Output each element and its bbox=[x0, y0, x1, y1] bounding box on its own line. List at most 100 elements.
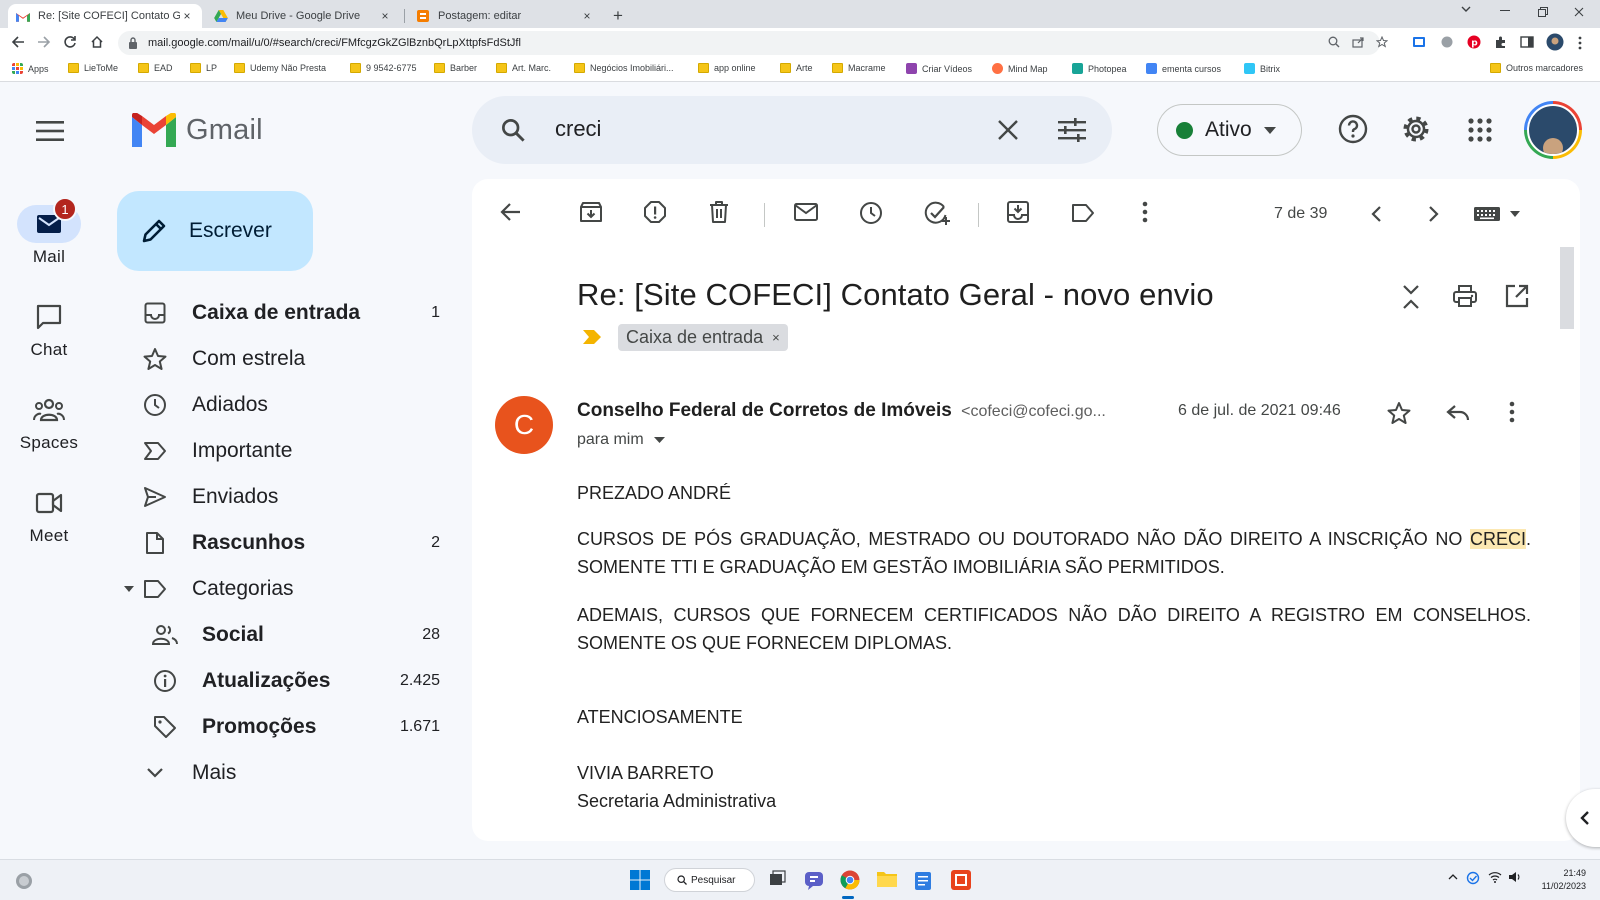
bookmark-bitrix[interactable]: Bitrix bbox=[1244, 63, 1280, 74]
search-bar[interactable]: creci bbox=[472, 96, 1112, 164]
bookmark-folder[interactable]: EAD bbox=[138, 63, 173, 73]
folder-more[interactable]: Mais bbox=[118, 750, 448, 796]
side-panel-icon[interactable] bbox=[1520, 35, 1534, 49]
folder-drafts[interactable]: Rascunhos 2 bbox=[118, 520, 448, 566]
gmail-logo[interactable]: Gmail bbox=[132, 113, 263, 147]
new-tab-button[interactable]: + bbox=[613, 6, 623, 26]
task-view-icon[interactable] bbox=[768, 870, 786, 888]
rail-spaces[interactable]: Spaces bbox=[0, 391, 98, 453]
tab-gmail[interactable]: Re: [Site COFECI] Contato Geral - × bbox=[8, 4, 202, 28]
snooze-clock-icon[interactable] bbox=[859, 201, 883, 225]
google-apps-icon[interactable] bbox=[1468, 118, 1492, 142]
bookmark-folder[interactable]: 9 9542-6775 bbox=[350, 63, 417, 73]
tab-close-icon[interactable]: × bbox=[378, 9, 392, 23]
open-new-window-icon[interactable] bbox=[1505, 284, 1529, 308]
help-icon[interactable] bbox=[1338, 114, 1368, 144]
clear-search-icon[interactable] bbox=[996, 118, 1020, 142]
chrome-icon[interactable] bbox=[840, 870, 860, 890]
back-icon[interactable] bbox=[11, 35, 25, 49]
home-icon[interactable] bbox=[90, 35, 104, 49]
forward-icon[interactable] bbox=[37, 35, 51, 49]
important-marker-icon[interactable] bbox=[582, 329, 602, 345]
bookmark-folder[interactable]: Negócios Imobiliári... bbox=[574, 63, 674, 73]
message-more-icon[interactable] bbox=[1509, 401, 1515, 423]
teams-chat-icon[interactable] bbox=[804, 870, 824, 890]
label-icon[interactable] bbox=[1071, 204, 1095, 222]
reply-icon[interactable] bbox=[1446, 404, 1470, 422]
folder-inbox[interactable]: Caixa de entrada 1 bbox=[118, 290, 448, 336]
remove-label-icon[interactable]: × bbox=[772, 330, 780, 345]
bookmark-folder[interactable]: Art. Marc. bbox=[496, 63, 551, 73]
bookmark-folder[interactable]: app online bbox=[698, 63, 756, 73]
bookmark-apps[interactable]: Apps bbox=[12, 63, 49, 74]
notepad-icon[interactable] bbox=[915, 870, 931, 890]
status-selector[interactable]: Ativo bbox=[1157, 104, 1302, 156]
add-to-tasks-icon[interactable] bbox=[924, 201, 950, 225]
main-menu-icon[interactable] bbox=[36, 121, 64, 141]
more-actions-icon[interactable] bbox=[1142, 201, 1148, 223]
restore-icon[interactable] bbox=[1538, 7, 1548, 17]
bookmark-other[interactable]: Outros marcadores bbox=[1490, 63, 1583, 73]
extension-screen-icon[interactable] bbox=[1412, 35, 1426, 49]
mark-unread-icon[interactable] bbox=[794, 203, 818, 221]
search-icon[interactable] bbox=[500, 117, 527, 144]
share-icon[interactable] bbox=[1352, 36, 1365, 48]
folder-sent[interactable]: Enviados bbox=[118, 474, 448, 520]
bookmark-folder[interactable]: Udemy Não Presta bbox=[234, 63, 326, 73]
pinterest-icon[interactable]: p bbox=[1467, 35, 1481, 49]
search-input[interactable]: creci bbox=[555, 116, 601, 142]
report-spam-icon[interactable] bbox=[644, 201, 666, 223]
collapse-all-icon[interactable] bbox=[1402, 284, 1420, 310]
tab-blogger[interactable]: Postagem: editar × bbox=[408, 4, 602, 28]
folder-snoozed[interactable]: Adiados bbox=[118, 382, 448, 428]
folder-starred[interactable]: Com estrela bbox=[118, 336, 448, 382]
category-social[interactable]: Social 28 bbox=[118, 612, 448, 658]
bookmark-ementa-cursos[interactable]: ementa cursos bbox=[1146, 63, 1221, 74]
taskbar-search[interactable]: Pesquisar bbox=[664, 868, 755, 892]
bookmark-criar-videos[interactable]: Criar Vídeos bbox=[906, 63, 972, 74]
settings-gear-icon[interactable] bbox=[1401, 114, 1431, 144]
windows-start-icon[interactable] bbox=[630, 870, 650, 890]
bookmark-folder[interactable]: LieToMe bbox=[68, 63, 118, 73]
profile-avatar-icon[interactable] bbox=[1546, 33, 1564, 51]
rail-chat[interactable]: Chat bbox=[0, 298, 98, 360]
account-avatar[interactable] bbox=[1524, 101, 1582, 159]
input-tools-keyboard-icon[interactable] bbox=[1474, 207, 1524, 221]
category-promotions[interactable]: Promoções 1.671 bbox=[118, 704, 448, 750]
recipient-details[interactable]: para mim bbox=[577, 431, 665, 449]
tab-close-icon[interactable]: × bbox=[580, 9, 594, 23]
volume-icon[interactable] bbox=[1508, 871, 1522, 883]
compose-button[interactable]: Escrever bbox=[117, 191, 313, 271]
zoom-icon[interactable] bbox=[1328, 36, 1340, 48]
scrollbar-thumb[interactable] bbox=[1560, 247, 1574, 329]
bookmark-folder[interactable]: Barber bbox=[434, 63, 477, 73]
collapse-triangle-icon[interactable] bbox=[124, 586, 134, 592]
bookmark-star-icon[interactable] bbox=[1376, 36, 1388, 48]
reload-icon[interactable] bbox=[63, 35, 77, 49]
onedrive-sync-icon[interactable] bbox=[1466, 871, 1480, 885]
delete-trash-icon[interactable] bbox=[709, 201, 729, 223]
tab-google-drive[interactable]: Meu Drive - Google Drive × bbox=[206, 4, 400, 28]
bookmark-mind-map[interactable]: Mind Map bbox=[992, 63, 1048, 74]
chevron-up-icon[interactable] bbox=[1448, 873, 1458, 881]
sender-name[interactable]: Conselho Federal de Corretos de Imóveis bbox=[577, 400, 952, 421]
print-icon[interactable] bbox=[1453, 284, 1477, 308]
file-explorer-icon[interactable] bbox=[877, 870, 897, 888]
chevron-right-icon[interactable] bbox=[1428, 205, 1440, 223]
rail-meet[interactable]: Meet bbox=[0, 484, 98, 546]
tab-close-icon[interactable]: × bbox=[180, 9, 194, 23]
bookmark-folder[interactable]: Macrame bbox=[832, 63, 886, 73]
category-updates[interactable]: Atualizações 2.425 bbox=[118, 658, 448, 704]
bookmark-photopea[interactable]: Photopea bbox=[1072, 63, 1127, 74]
minimize-icon[interactable] bbox=[1500, 10, 1510, 12]
folder-important[interactable]: Importante bbox=[118, 428, 448, 474]
move-to-icon[interactable] bbox=[1007, 201, 1029, 223]
bookmark-folder[interactable]: LP bbox=[190, 63, 217, 73]
folder-categories[interactable]: Categorias bbox=[118, 566, 448, 612]
back-to-results-icon[interactable] bbox=[500, 201, 522, 223]
system-clock[interactable]: 21:49 11/02/2023 bbox=[1530, 867, 1586, 893]
powerpoint-app-icon[interactable] bbox=[951, 870, 971, 890]
extension-shield-icon[interactable] bbox=[1440, 35, 1454, 49]
chevron-left-icon[interactable] bbox=[1370, 205, 1382, 223]
browser-menu-icon[interactable] bbox=[1578, 36, 1582, 50]
